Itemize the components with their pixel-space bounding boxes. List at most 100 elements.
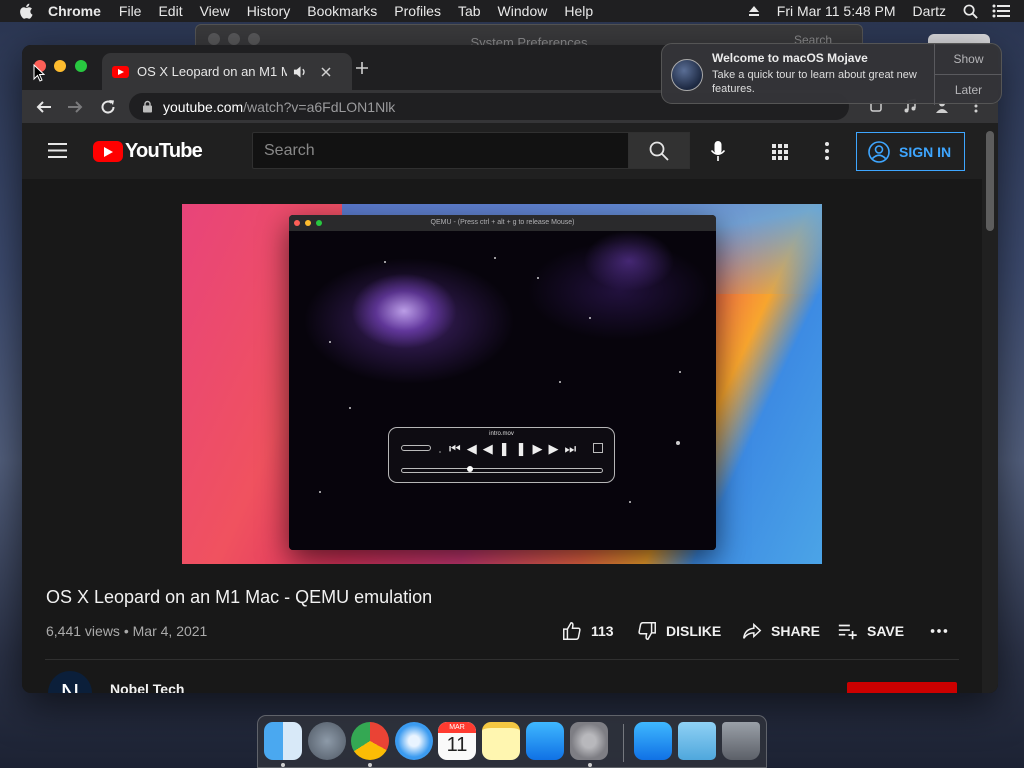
menu-bar: Chrome File Edit View History Bookmarks … <box>0 0 1024 22</box>
spotlight-search-icon[interactable] <box>963 4 978 19</box>
search-icon <box>649 141 669 161</box>
url-path: /watch?v=a6FdLON1Nlk <box>243 98 396 115</box>
qemu-titlebar: QEMU - (Press ctrl + alt + g to release … <box>289 215 716 231</box>
search-box <box>252 132 629 169</box>
thumbs-up-icon <box>563 622 581 640</box>
system-preferences-icon[interactable] <box>570 722 608 760</box>
trash-icon[interactable] <box>722 722 760 760</box>
microphone-icon[interactable] <box>710 141 726 162</box>
mojave-notification[interactable]: Welcome to macOS Mojave Take a quick tou… <box>661 43 1002 105</box>
nebula-video-frame: intro.mov ⏮◀◀❚❚▶▶⏭ <box>289 231 716 550</box>
window-maximize-button[interactable] <box>75 60 87 72</box>
apps-grid-icon[interactable] <box>772 144 788 160</box>
menu-history[interactable]: History <box>247 3 291 19</box>
browser-tab[interactable]: OS X Leopard on an M1 Mac <box>102 53 352 90</box>
fullscreen-icon <box>593 443 603 453</box>
chrome-running-indicator <box>368 763 372 767</box>
video-meta: 6,441 views • Mar 4, 2021 <box>46 623 207 639</box>
notification-title: Welcome to macOS Mojave <box>712 51 868 65</box>
app-menu-chrome[interactable]: Chrome <box>48 3 101 19</box>
reload-icon[interactable] <box>100 99 116 115</box>
launchpad-icon[interactable] <box>308 722 346 760</box>
menu-window[interactable]: Window <box>498 3 548 19</box>
save-button[interactable]: SAVE <box>837 619 904 643</box>
apple-menu-icon[interactable] <box>18 2 36 20</box>
menu-profiles[interactable]: Profiles <box>394 3 441 19</box>
forward-arrow-icon[interactable] <box>67 99 83 115</box>
channel-avatar[interactable]: N <box>48 671 92 693</box>
like-button[interactable]: 113 <box>561 619 614 643</box>
video-title: OS X Leopard on an M1 Mac - QEMU emulati… <box>46 587 433 607</box>
qemu-window: QEMU - (Press ctrl + alt + g to release … <box>289 215 716 550</box>
back-arrow-icon[interactable] <box>36 99 52 115</box>
mouse-cursor-icon <box>33 64 45 82</box>
new-tab-icon[interactable] <box>355 61 369 75</box>
chrome-icon[interactable] <box>351 722 389 760</box>
view-count: 6,441 views <box>46 623 120 639</box>
notes-icon[interactable] <box>482 722 520 760</box>
clock[interactable]: Fri Mar 11 5:48 PM <box>777 3 896 19</box>
dislike-label: DISLIKE <box>666 623 722 639</box>
upload-date: Mar 4, 2021 <box>132 623 208 639</box>
youtube-play-icon <box>93 141 123 162</box>
mojave-app-icon <box>671 59 703 91</box>
playlist-add-icon <box>838 624 857 640</box>
menu-edit[interactable]: Edit <box>158 3 182 19</box>
share-label: SHARE <box>771 623 821 639</box>
tab-title: OS X Leopard on an M1 Mac <box>137 64 287 79</box>
system-preferences-running-indicator <box>588 763 592 767</box>
menu-help[interactable]: Help <box>564 3 593 19</box>
scrollbar-thumb[interactable] <box>986 131 994 231</box>
calendar-month: MAR <box>438 722 476 733</box>
qemu-window-title: QEMU - (Press ctrl + alt + g to release … <box>430 219 575 226</box>
more-actions-button[interactable] <box>928 619 958 643</box>
sign-in-button[interactable]: SIGN IN <box>856 132 965 171</box>
window-minimize-button[interactable] <box>54 60 66 72</box>
notification-show-button[interactable]: Show <box>935 52 1002 66</box>
share-button[interactable]: SHARE <box>741 619 820 643</box>
scrubber-knob <box>466 466 473 472</box>
scrubber-track <box>401 468 603 473</box>
settings-more-icon[interactable] <box>825 142 829 160</box>
url-host: youtube.com <box>163 98 244 115</box>
tab-audio-icon[interactable] <box>293 65 308 79</box>
eject-icon[interactable] <box>748 5 760 17</box>
menu-view[interactable]: View <box>200 3 230 19</box>
volume-slider <box>401 445 431 451</box>
meta-separator: • <box>119 623 133 639</box>
tab-close-icon[interactable] <box>320 66 332 78</box>
safari-icon[interactable] <box>395 722 433 760</box>
menu-file[interactable]: File <box>119 3 142 19</box>
calendar-icon[interactable]: MAR 11 <box>438 722 476 760</box>
youtube-logo[interactable]: YouTube <box>93 140 203 163</box>
notification-center-icon[interactable] <box>992 4 1010 18</box>
channel-name[interactable]: Nobel Tech <box>110 681 184 693</box>
youtube-wordmark: YouTube <box>125 140 203 162</box>
quicktime-controls: intro.mov ⏮◀◀❚❚▶▶⏭ <box>388 427 615 483</box>
user-name[interactable]: Dartz <box>913 3 946 19</box>
movie-filename: intro.mov <box>489 431 514 437</box>
downloads-app-store-icon[interactable] <box>634 722 672 760</box>
finder-icon[interactable] <box>264 722 302 760</box>
app-store-icon[interactable] <box>526 722 564 760</box>
like-count: 113 <box>591 623 614 639</box>
subscribe-button[interactable] <box>847 682 957 693</box>
search-button[interactable] <box>628 132 690 169</box>
dislike-button[interactable]: DISLIKE <box>636 619 721 643</box>
notification-later-button[interactable]: Later <box>935 83 1002 97</box>
search-input[interactable] <box>253 133 628 168</box>
save-label: SAVE <box>867 623 905 639</box>
hamburger-menu-icon[interactable] <box>48 143 67 158</box>
notification-body: Take a quick tour to learn about great n… <box>712 69 917 95</box>
youtube-favicon-icon <box>112 65 129 78</box>
dock: MAR 11 <box>257 715 767 768</box>
menu-bookmarks[interactable]: Bookmarks <box>307 3 377 19</box>
video-player[interactable]: QEMU - (Press ctrl + alt + g to release … <box>182 204 822 564</box>
notification-button-divider <box>935 74 1002 75</box>
menu-tab[interactable]: Tab <box>458 3 481 19</box>
youtube-page: YouTube SIGN IN QEMU - (Press <box>22 123 998 693</box>
lock-icon[interactable] <box>142 100 153 113</box>
page-scrollbar[interactable] <box>982 123 998 693</box>
downloads-folder-icon[interactable] <box>678 722 716 760</box>
thumbs-down-icon <box>638 622 656 640</box>
